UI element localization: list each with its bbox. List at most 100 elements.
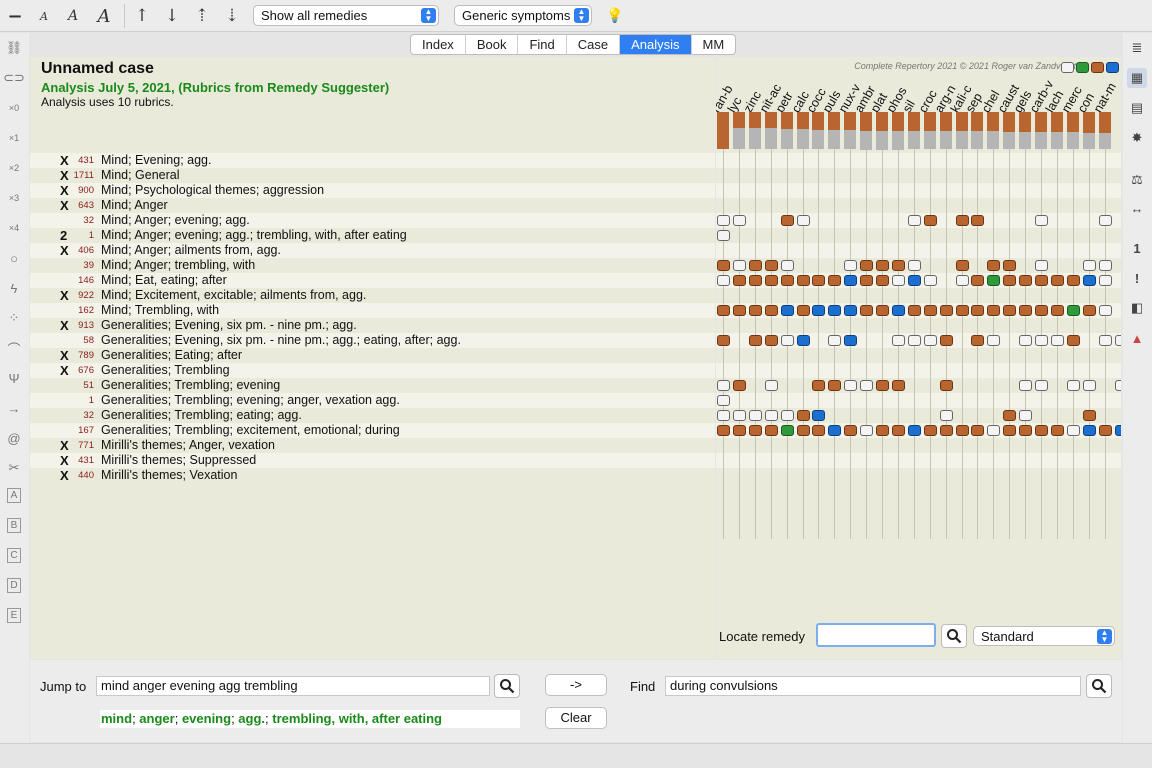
rubric-row[interactable]: 32 Mind; Anger; evening; agg. <box>30 213 715 228</box>
weight-B-button[interactable]: B <box>7 518 21 533</box>
grade-cell[interactable] <box>748 260 762 271</box>
grade-cell[interactable] <box>812 410 826 421</box>
font-smaller-icon[interactable]: A <box>36 5 52 27</box>
grade-cell[interactable] <box>1035 275 1048 286</box>
grade-cell[interactable] <box>1066 305 1080 316</box>
one-icon[interactable]: 1 <box>1127 238 1147 258</box>
tab-mm[interactable]: MM <box>692 35 736 54</box>
grade-cell[interactable] <box>717 305 730 316</box>
weight-E-button[interactable]: E <box>7 608 21 623</box>
grade-cell[interactable] <box>796 335 810 346</box>
grade-cell[interactable] <box>844 380 858 391</box>
grade-cell[interactable] <box>828 425 842 436</box>
grade-cell[interactable] <box>1114 380 1121 391</box>
grade-cell[interactable] <box>891 260 905 271</box>
jump-search-button[interactable] <box>494 674 520 698</box>
grade-cell[interactable] <box>923 215 937 226</box>
grade-cell[interactable] <box>1003 260 1017 271</box>
grade-cell[interactable] <box>780 215 794 226</box>
cross-icon[interactable]: ✂ <box>4 458 24 478</box>
grade-cell[interactable] <box>1003 410 1017 421</box>
triangle-chart-icon[interactable]: ▲ <box>1127 328 1147 348</box>
grade-cell[interactable] <box>844 275 858 286</box>
hint-part[interactable]: mind <box>101 711 132 726</box>
grade-cell[interactable] <box>971 275 985 286</box>
grade-cell[interactable] <box>732 410 746 421</box>
grade-cell[interactable] <box>891 335 905 346</box>
grade-cell[interactable] <box>1019 380 1033 391</box>
grade-cell[interactable] <box>1035 380 1048 391</box>
grade-cell[interactable] <box>891 305 905 316</box>
rubric-row[interactable]: X 900 Mind; Psychological themes; aggressi… <box>30 183 715 198</box>
grade-cell[interactable] <box>1066 275 1080 286</box>
spiral-icon[interactable]: @ <box>4 428 24 448</box>
weight-x2-button[interactable]: ×2 <box>4 158 24 178</box>
grade-cell[interactable] <box>844 305 858 316</box>
fork-icon[interactable]: Ψ <box>4 368 24 388</box>
grade-cell[interactable] <box>1019 275 1033 286</box>
locate-search-button[interactable] <box>941 624 967 648</box>
lightbulb-icon[interactable]: 💡 <box>606 5 624 27</box>
arch-icon[interactable]: ⌒ <box>4 338 24 358</box>
rubric-row[interactable]: X 431 Mirilli's themes; Suppressed <box>30 453 715 468</box>
grade-cell[interactable] <box>732 380 746 391</box>
weight-A-button[interactable]: A <box>7 488 21 503</box>
weight-D-button[interactable]: D <box>7 578 21 593</box>
grade-cell[interactable] <box>1019 425 1033 436</box>
grade-cell[interactable] <box>860 260 874 271</box>
grade-cell[interactable] <box>1082 305 1096 316</box>
gradient-icon[interactable]: ◧ <box>1127 298 1147 318</box>
grade-cell[interactable] <box>923 275 937 286</box>
grade-cell[interactable] <box>748 275 762 286</box>
grade-cell[interactable] <box>907 275 921 286</box>
clear-button[interactable]: Clear <box>545 707 607 729</box>
grade-cell[interactable] <box>1035 335 1048 346</box>
grade-cell[interactable] <box>764 380 778 391</box>
grade-cell[interactable] <box>732 305 746 316</box>
grade-cell[interactable] <box>923 335 937 346</box>
grade-cell[interactable] <box>891 275 905 286</box>
grade-cell[interactable] <box>955 275 969 286</box>
grade-cell[interactable] <box>876 425 889 436</box>
find-input[interactable]: during convulsions <box>665 676 1081 696</box>
grade-cell[interactable] <box>939 335 953 346</box>
dots-icon[interactable]: ⁘ <box>4 308 24 328</box>
tab-case[interactable]: Case <box>567 35 621 54</box>
grade-cell[interactable] <box>955 260 969 271</box>
circle-icon[interactable]: ○ <box>4 248 24 268</box>
grade-cell[interactable] <box>907 215 921 226</box>
lightning-icon[interactable]: ϟ <box>4 278 24 298</box>
rubric-row[interactable]: X 913 Generalities; Evening, six pm. - nin… <box>30 318 715 333</box>
grade-cell[interactable] <box>987 335 1001 346</box>
grade-cell[interactable] <box>907 335 921 346</box>
grade-cell[interactable] <box>907 305 921 316</box>
grade-cell[interactable] <box>1050 275 1064 286</box>
grade-cell[interactable] <box>844 425 858 436</box>
rubric-row[interactable]: 39 Mind; Anger; trembling, with <box>30 258 715 273</box>
grade-cell[interactable] <box>1035 215 1048 226</box>
grade-cell[interactable] <box>876 260 889 271</box>
grade-cell[interactable] <box>987 305 1001 316</box>
grade-cell[interactable] <box>971 305 985 316</box>
grade-cell[interactable] <box>907 260 921 271</box>
grade-cell[interactable] <box>1066 335 1080 346</box>
remedy-filter-select[interactable]: Show all remedies ▲ ▼ <box>253 5 439 26</box>
grade-cell[interactable] <box>1050 335 1064 346</box>
rubric-row[interactable]: 1 Generalities; Trembling; evening; anger… <box>30 393 715 408</box>
grade-cell[interactable] <box>717 395 730 406</box>
rubric-row[interactable]: X 789 Generalities; Eating; after <box>30 348 715 363</box>
grade-cell[interactable] <box>1082 275 1096 286</box>
grade-cell[interactable] <box>876 305 889 316</box>
grade-cell[interactable] <box>955 425 969 436</box>
unlink-icon[interactable]: ⊂⊃ <box>3 68 25 88</box>
grade-cell[interactable] <box>955 305 969 316</box>
grade-cell[interactable] <box>812 380 826 391</box>
font-normal-icon[interactable]: A <box>64 5 82 27</box>
grade-cell[interactable] <box>1082 380 1096 391</box>
grade-cell[interactable] <box>939 410 953 421</box>
grade-cell[interactable] <box>717 380 730 391</box>
rubric-row[interactable]: 51 Generalities; Trembling; evening <box>30 378 715 393</box>
grade-cell[interactable] <box>1098 425 1112 436</box>
hint-part[interactable]: trembling, with, after eating <box>272 711 442 726</box>
rubric-row[interactable]: X 771 Mirilli's themes; Anger, vexation <box>30 438 715 453</box>
